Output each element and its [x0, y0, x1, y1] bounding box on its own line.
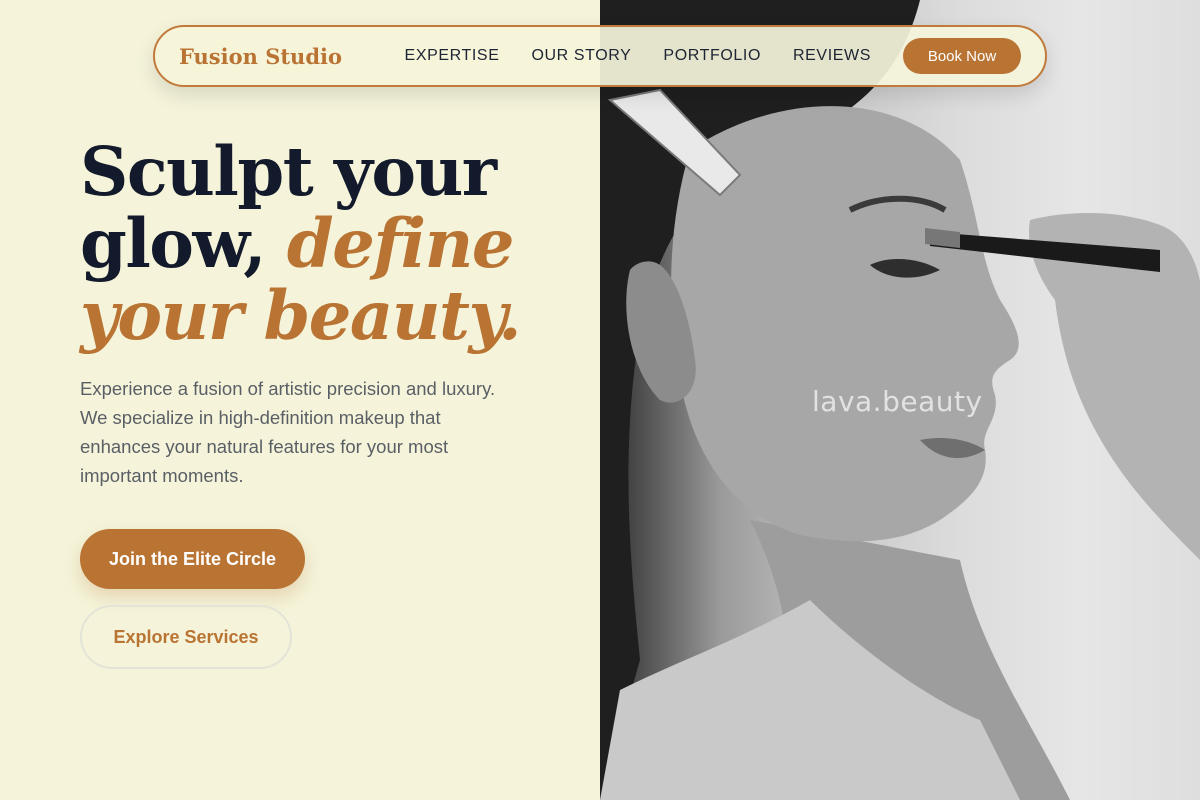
- nav-link-our-story[interactable]: OUR STORY: [531, 47, 631, 65]
- watermark-text: lava.beauty: [812, 385, 983, 418]
- top-navigation: Fusion Studio EXPERTISE OUR STORY PORTFO…: [153, 25, 1047, 87]
- hero-intro-text: Experience a fusion of artistic precisio…: [80, 378, 496, 486]
- hero-image: lava.beauty: [600, 0, 1200, 800]
- headline-line3-accent: your beauty.: [80, 276, 522, 355]
- hero-headline: Sculpt your glow, define your beauty.: [80, 136, 580, 352]
- brand-logo[interactable]: Fusion Studio: [179, 44, 342, 69]
- nav-links: EXPERTISE OUR STORY PORTFOLIO REVIEWS Bo…: [405, 38, 1021, 74]
- explore-services-button[interactable]: Explore Services: [80, 605, 292, 669]
- join-elite-circle-button[interactable]: Join the Elite Circle: [80, 529, 305, 589]
- headline-line2-accent: define: [286, 204, 515, 283]
- headline-line1: Sculpt your: [80, 132, 497, 211]
- headline-line2-plain: glow,: [80, 204, 287, 283]
- book-now-button[interactable]: Book Now: [903, 38, 1021, 74]
- nav-link-reviews[interactable]: REVIEWS: [793, 47, 871, 65]
- nav-link-portfolio[interactable]: PORTFOLIO: [663, 47, 761, 65]
- nav-link-expertise[interactable]: EXPERTISE: [405, 47, 500, 65]
